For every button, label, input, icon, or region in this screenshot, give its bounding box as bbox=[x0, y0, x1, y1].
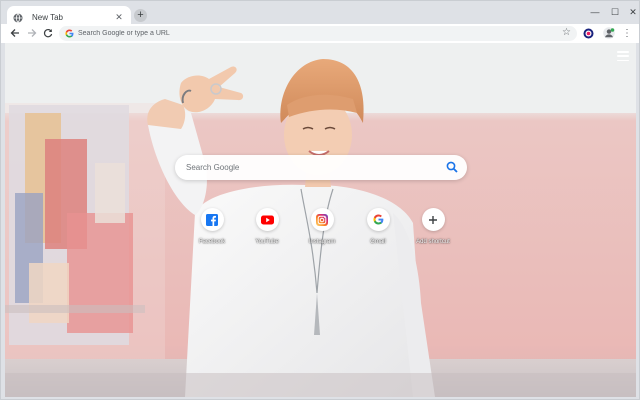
globe-icon bbox=[13, 12, 23, 23]
arrow-left-icon bbox=[10, 29, 19, 37]
shortcut-label: Add shortcut bbox=[416, 239, 450, 245]
browser-window: New Tab ✕ + — ☐ ✕ Search Google or type … bbox=[0, 0, 640, 400]
chrome-menu-icon[interactable]: ⋮ bbox=[621, 27, 633, 39]
minimize-button[interactable]: — bbox=[584, 5, 606, 19]
plus-icon bbox=[429, 215, 437, 224]
shortcut-label: YouTube bbox=[255, 239, 279, 245]
shortcut-icon-circle bbox=[255, 208, 279, 231]
shortcut-icon-circle bbox=[366, 208, 390, 231]
google-search-box[interactable] bbox=[175, 155, 467, 180]
customize-menu-icon[interactable] bbox=[617, 51, 629, 61]
youtube-icon bbox=[260, 215, 274, 224]
shortcut-youtube[interactable]: YouTube bbox=[242, 208, 292, 254]
search-icon[interactable] bbox=[446, 161, 458, 173]
shortcut-instagram[interactable]: Instagram bbox=[297, 208, 347, 254]
google-search-input[interactable] bbox=[186, 163, 426, 172]
shortcut-tiles: Facebook YouTube Instagram Gmail Add sho… bbox=[187, 208, 465, 254]
browser-toolbar: ☆ ⋮ bbox=[1, 24, 639, 43]
shortcut-icon-circle bbox=[200, 208, 224, 231]
address-input[interactable] bbox=[78, 30, 378, 37]
close-window-button[interactable]: ✕ bbox=[622, 5, 640, 19]
back-button[interactable] bbox=[8, 26, 22, 40]
shortcut-add[interactable]: Add shortcut bbox=[408, 208, 458, 254]
star-bookmark-icon[interactable]: ☆ bbox=[562, 27, 571, 38]
shortcut-icon-circle bbox=[421, 208, 445, 231]
google-icon bbox=[372, 214, 383, 225]
avatar-icon bbox=[603, 27, 615, 39]
shortcut-facebook[interactable]: Facebook bbox=[187, 208, 237, 254]
reload-button[interactable] bbox=[41, 26, 55, 40]
shortcut-icon-circle bbox=[310, 208, 334, 231]
tab-close-icon[interactable]: ✕ bbox=[113, 12, 125, 24]
shortcut-gmail[interactable]: Gmail bbox=[353, 208, 403, 254]
forward-button[interactable] bbox=[25, 26, 39, 40]
tab-title: New Tab bbox=[32, 13, 63, 22]
new-tab-page: Facebook YouTube bbox=[5, 43, 636, 397]
reload-icon bbox=[43, 29, 53, 38]
facebook-icon bbox=[206, 213, 218, 226]
google-g-icon bbox=[65, 29, 74, 38]
new-tab-button[interactable]: + bbox=[134, 9, 147, 22]
profile-avatar[interactable] bbox=[603, 27, 615, 39]
extension-icon[interactable] bbox=[582, 27, 594, 39]
shortcut-label: Gmail bbox=[370, 239, 386, 245]
extension-badge-icon bbox=[583, 28, 593, 38]
arrow-right-icon bbox=[28, 29, 37, 37]
shortcut-label: Instagram bbox=[308, 239, 336, 245]
address-bar[interactable]: ☆ bbox=[59, 26, 577, 41]
shortcut-label: Facebook bbox=[198, 239, 226, 245]
instagram-icon bbox=[316, 213, 328, 226]
